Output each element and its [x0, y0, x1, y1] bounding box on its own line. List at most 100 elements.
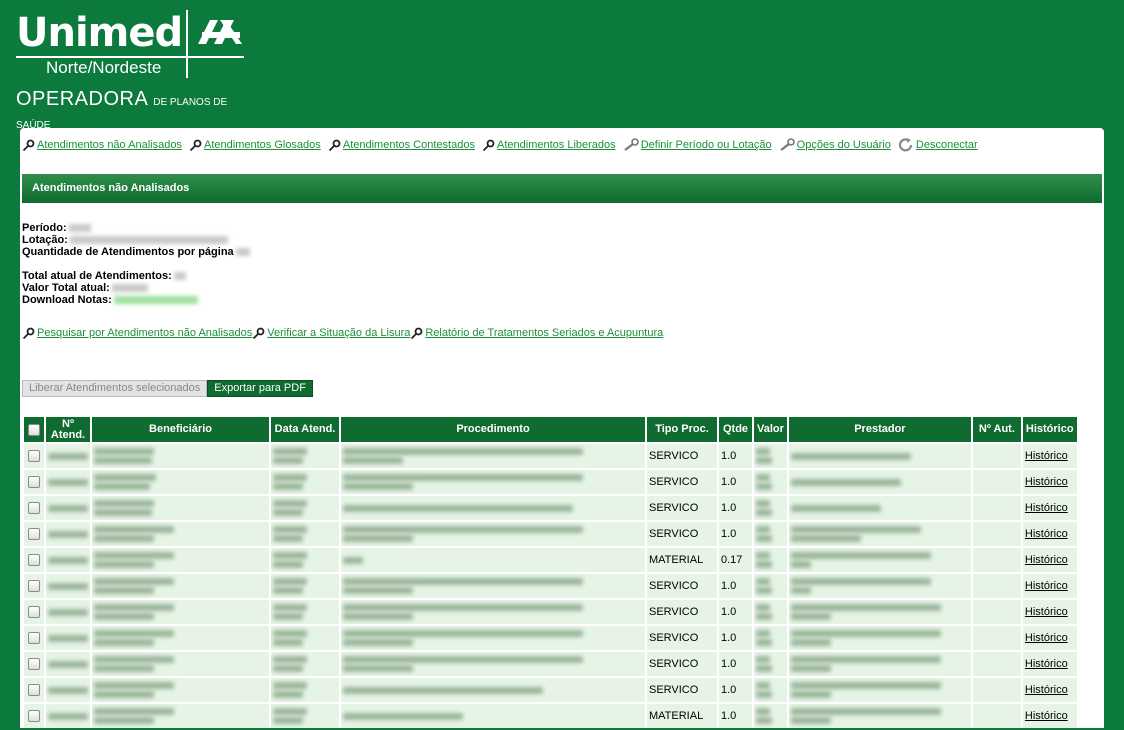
- download-link-redacted[interactable]: [113, 296, 198, 305]
- row-select-cell[interactable]: [24, 600, 44, 624]
- row-checkbox[interactable]: [28, 710, 40, 722]
- col-prestador[interactable]: Prestador: [788, 417, 971, 442]
- row-select-cell[interactable]: [24, 522, 44, 546]
- col-num-aut[interactable]: Nº Aut.: [972, 417, 1021, 442]
- nav-link-nao-analisados[interactable]: Atendimentos não Analisados: [37, 139, 182, 151]
- nav-link-glosados[interactable]: Atendimentos Glosados: [204, 139, 321, 151]
- select-all-header[interactable]: [24, 417, 44, 442]
- row-select-cell[interactable]: [24, 574, 44, 598]
- row-checkbox[interactable]: [28, 528, 40, 540]
- historico-cell[interactable]: Histórico: [1022, 704, 1077, 728]
- historico-cell[interactable]: Histórico: [1022, 496, 1077, 520]
- link-verificar-lisura[interactable]: Verificar a Situação da Lisura: [252, 327, 410, 339]
- nav-link-liberados[interactable]: Atendimentos Liberados: [497, 139, 616, 151]
- historico-link[interactable]: Histórico: [1025, 554, 1068, 566]
- key-icon: [22, 139, 35, 151]
- historico-link[interactable]: Histórico: [1025, 528, 1068, 540]
- historico-cell[interactable]: Histórico: [1022, 626, 1077, 650]
- beneficiario-cell[interactable]: [92, 574, 269, 598]
- historico-link[interactable]: Histórico: [1025, 710, 1068, 722]
- nav-opcoes-usuario[interactable]: Opções do Usuário: [779, 138, 894, 151]
- historico-cell[interactable]: Histórico: [1022, 600, 1077, 624]
- historico-link[interactable]: Histórico: [1025, 606, 1068, 618]
- row-checkbox[interactable]: [28, 632, 40, 644]
- historico-cell[interactable]: Histórico: [1022, 548, 1077, 572]
- row-select-cell[interactable]: [24, 548, 44, 572]
- historico-link[interactable]: Histórico: [1025, 580, 1068, 592]
- data-atend-cell: [271, 626, 339, 650]
- row-select-cell[interactable]: [24, 626, 44, 650]
- col-data-atend[interactable]: Data Atend.: [271, 417, 339, 442]
- col-historico[interactable]: Histórico: [1022, 417, 1077, 442]
- historico-cell[interactable]: Histórico: [1022, 652, 1077, 676]
- historico-link[interactable]: Histórico: [1025, 476, 1068, 488]
- row-checkbox[interactable]: [28, 606, 40, 618]
- historico-link[interactable]: Histórico: [1025, 502, 1068, 514]
- historico-link[interactable]: Histórico: [1025, 450, 1068, 462]
- col-beneficiario[interactable]: Beneficiário: [92, 417, 269, 442]
- link-verificar-lisura-text[interactable]: Verificar a Situação da Lisura: [267, 327, 410, 339]
- redacted-value: [273, 483, 303, 490]
- nav-glosados[interactable]: Atendimentos Glosados: [189, 139, 324, 151]
- row-checkbox[interactable]: [28, 580, 40, 592]
- historico-cell[interactable]: Histórico: [1022, 444, 1077, 468]
- row-checkbox[interactable]: [28, 476, 40, 488]
- row-checkbox[interactable]: [28, 554, 40, 566]
- historico-cell[interactable]: Histórico: [1022, 678, 1077, 702]
- col-qtde[interactable]: Qtde: [719, 417, 752, 442]
- nav-link-definir-periodo[interactable]: Definir Período ou Lotação: [641, 139, 772, 151]
- row-checkbox[interactable]: [28, 658, 40, 670]
- periodo-value-redacted: [68, 224, 91, 233]
- beneficiario-cell[interactable]: [92, 496, 269, 520]
- link-relatorio-text[interactable]: Relatório de Tratamentos Seriados e Acup…: [425, 327, 663, 339]
- prestador-cell: [788, 704, 971, 728]
- historico-cell[interactable]: Histórico: [1022, 522, 1077, 546]
- historico-link[interactable]: Histórico: [1025, 658, 1068, 670]
- col-procedimento[interactable]: Procedimento: [341, 417, 645, 442]
- row-select-cell[interactable]: [24, 444, 44, 468]
- nav-link-opcoes-usuario[interactable]: Opções do Usuário: [797, 139, 891, 151]
- beneficiario-cell[interactable]: [92, 470, 269, 494]
- row-select-cell[interactable]: [24, 496, 44, 520]
- select-all-checkbox[interactable]: [28, 423, 40, 436]
- nav-desconectar[interactable]: Desconectar: [898, 138, 978, 152]
- historico-link[interactable]: Histórico: [1025, 632, 1068, 644]
- row-select-cell[interactable]: [24, 652, 44, 676]
- col-num-atend[interactable]: Nº Atend.: [46, 417, 90, 442]
- redacted-value: [94, 509, 152, 516]
- link-pesquisar-text[interactable]: Pesquisar por Atendimentos não Analisado…: [37, 327, 252, 339]
- nav-liberados[interactable]: Atendimentos Liberados: [482, 139, 619, 151]
- release-button[interactable]: Liberar Atendimentos selecionados: [22, 380, 208, 397]
- historico-cell[interactable]: Histórico: [1022, 470, 1077, 494]
- col-valor[interactable]: Valor: [754, 417, 787, 442]
- num-atend-cell: [46, 600, 90, 624]
- row-select-cell[interactable]: [24, 704, 44, 728]
- nav-link-contestados[interactable]: Atendimentos Contestados: [343, 139, 475, 151]
- beneficiario-cell[interactable]: [92, 626, 269, 650]
- row-checkbox[interactable]: [28, 684, 40, 696]
- beneficiario-cell[interactable]: [92, 652, 269, 676]
- row-checkbox[interactable]: [28, 502, 40, 514]
- qtd-value-redacted: [235, 248, 250, 257]
- row-checkbox[interactable]: [28, 450, 40, 462]
- link-pesquisar[interactable]: Pesquisar por Atendimentos não Analisado…: [22, 327, 252, 339]
- beneficiario-cell[interactable]: [92, 548, 269, 572]
- nav-definir-periodo[interactable]: Definir Período ou Lotação: [623, 138, 775, 151]
- row-select-cell[interactable]: [24, 678, 44, 702]
- row-select-cell[interactable]: [24, 470, 44, 494]
- col-tipo-proc[interactable]: Tipo Proc.: [647, 417, 717, 442]
- export-pdf-button[interactable]: Exportar para PDF: [207, 380, 313, 397]
- nav-contestados[interactable]: Atendimentos Contestados: [328, 139, 478, 151]
- beneficiario-cell[interactable]: [92, 600, 269, 624]
- beneficiario-cell[interactable]: [92, 522, 269, 546]
- link-relatorio[interactable]: Relatório de Tratamentos Seriados e Acup…: [410, 327, 663, 339]
- historico-link[interactable]: Histórico: [1025, 684, 1068, 696]
- beneficiario-cell[interactable]: [92, 704, 269, 728]
- beneficiario-cell[interactable]: [92, 678, 269, 702]
- historico-cell[interactable]: Histórico: [1022, 574, 1077, 598]
- redacted-value: [343, 656, 583, 663]
- nav-nao-analisados[interactable]: Atendimentos não Analisados: [22, 139, 185, 151]
- beneficiario-cell[interactable]: [92, 444, 269, 468]
- nav-link-desconectar[interactable]: Desconectar: [916, 139, 978, 151]
- data-atend-cell: [271, 444, 339, 468]
